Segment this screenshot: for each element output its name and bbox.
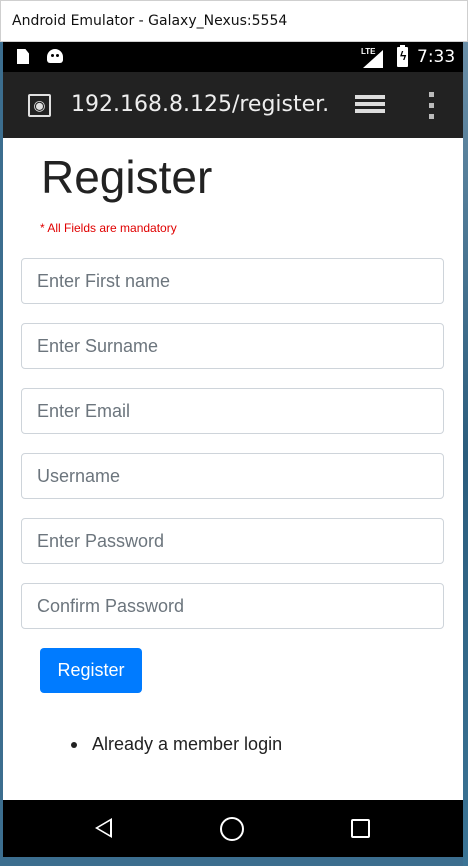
recents-icon[interactable] [351,819,370,838]
network-type: LTE [361,47,376,56]
register-button[interactable]: Register [40,648,142,693]
list-bullet [71,742,77,748]
username-input[interactable] [21,453,444,499]
window-title: Android Emulator - Galaxy_Nexus:5554 [12,13,288,29]
desktop-background [463,42,468,866]
navigation-bar [3,800,463,857]
mandatory-note: * All Fields are mandatory [40,221,177,235]
globe-icon[interactable]: ◉ [28,94,51,117]
tabs-icon[interactable] [355,95,387,117]
status-bar: LTE ϟ 7:33 [3,42,463,72]
first-name-input[interactable] [21,258,444,304]
email-input[interactable] [21,388,444,434]
overflow-menu-icon[interactable] [427,92,435,120]
charging-bolt-icon: ϟ [400,49,407,63]
address-bar[interactable]: 192.168.8.125/register.php [71,92,329,120]
window-titlebar[interactable]: Android Emulator - Galaxy_Nexus:5554 [0,0,468,42]
surname-input[interactable] [21,323,444,369]
password-input[interactable] [21,518,444,564]
android-icon [47,49,63,63]
sd-card-icon [17,49,29,64]
login-link[interactable]: Already a member login [92,734,282,755]
page-title: Register [41,151,213,203]
status-time: 7:33 [417,47,456,67]
browser-toolbar: ◉ 192.168.8.125/register.php [3,72,463,138]
device-screen: LTE ϟ 7:33 ◉ 192.168.8.125/register.php … [3,42,463,857]
emulator-window: Android Emulator - Galaxy_Nexus:5554 LTE… [0,0,468,866]
confirm-password-input[interactable] [21,583,444,629]
page-content: Register * All Fields are mandatory Regi… [3,138,463,800]
back-icon[interactable] [95,818,112,838]
home-icon[interactable] [220,817,244,841]
